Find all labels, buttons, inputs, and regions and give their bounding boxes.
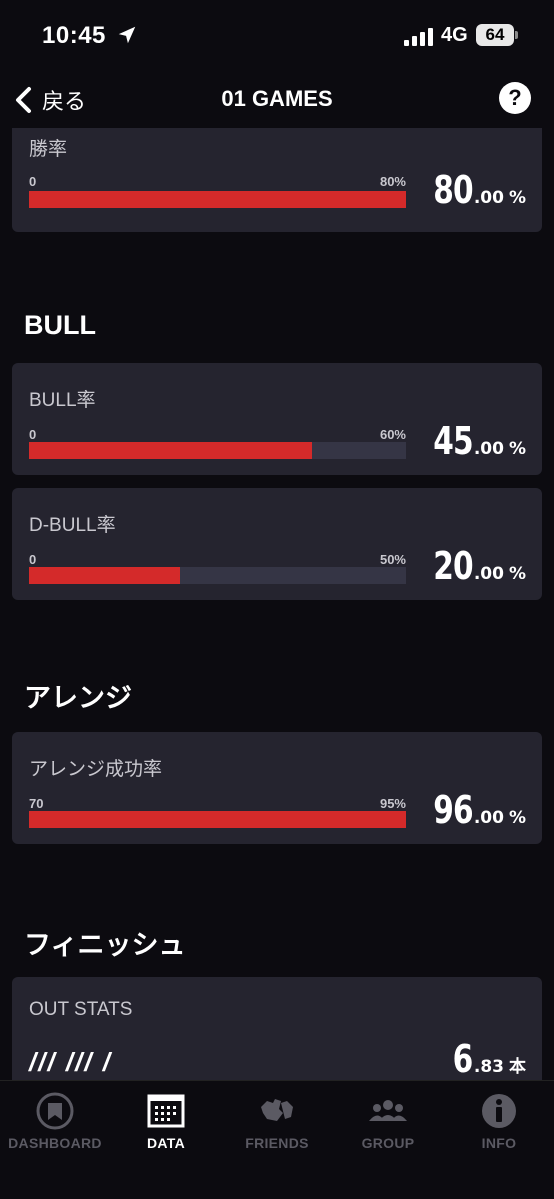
network-type: 4G <box>441 24 468 46</box>
tab-info[interactable]: INFO <box>444 1091 554 1151</box>
out-slashes: /// /// / <box>29 1047 113 1077</box>
stat-label: BULL率 <box>29 390 96 411</box>
value-dec: .00 <box>473 188 504 208</box>
progress-fill <box>29 191 406 208</box>
stats-scroll-area[interactable]: 勝率 0 80% 80.00% BULL BULL率 0 60% 45.00% … <box>0 128 554 1080</box>
section-title-arrange: アレンジ <box>24 683 132 713</box>
value-unit: % <box>508 439 526 459</box>
tab-label: DATA <box>146 1135 185 1151</box>
value-dec: .00 <box>473 439 504 459</box>
battery-icon: 64 <box>476 24 514 46</box>
signal-icon <box>404 28 433 46</box>
stat-label: アレンジ成功率 <box>29 759 163 780</box>
stat-value: 96.00% <box>422 788 526 832</box>
section-title-finish: フィニッシュ <box>24 930 186 960</box>
range-max: 80% <box>379 174 406 189</box>
range-max: 60% <box>379 427 406 442</box>
help-button[interactable]: ? <box>499 82 531 114</box>
location-arrow-icon <box>118 26 136 44</box>
value-unit: % <box>508 564 526 584</box>
value-dec: .83 <box>473 1057 504 1077</box>
status-time: 10:45 <box>42 22 106 49</box>
value-unit: 本 <box>509 1057 526 1077</box>
section-title-bull: BULL <box>24 310 96 340</box>
stat-label: OUT STATS <box>29 999 133 1020</box>
value-int: 96 <box>433 788 473 832</box>
stat-value: 6.83 本 <box>447 1037 526 1080</box>
range-max: 50% <box>379 552 406 567</box>
group-icon <box>369 1100 407 1121</box>
stat-value: 45.00% <box>422 419 526 463</box>
value-dec: .00 <box>473 564 504 584</box>
stat-value: 80.00% <box>422 168 526 212</box>
tab-label: DASHBOARD <box>8 1135 102 1151</box>
info-icon <box>482 1094 516 1128</box>
range-max: 95% <box>379 796 406 811</box>
progress-bar <box>29 811 406 828</box>
progress-bar <box>29 442 406 459</box>
value-int: 20 <box>433 544 473 588</box>
value-int: 80 <box>433 168 473 212</box>
value-dec: .00 <box>473 808 504 828</box>
stat-card-arrange-rate: アレンジ成功率 70 95% 96.00% <box>12 732 542 844</box>
range-min: 0 <box>29 552 37 567</box>
tab-dashboard[interactable]: DASHBOARD <box>0 1091 110 1151</box>
tab-data[interactable]: DATA <box>111 1091 221 1151</box>
page-title: 01 GAMES <box>221 86 333 111</box>
tab-bar: DASHBOARD DATA FRIENDS GROUP INFO <box>0 1080 554 1199</box>
dashboard-icon <box>36 1092 74 1130</box>
value-unit: % <box>508 808 526 828</box>
value-int: 45 <box>433 419 473 463</box>
tab-group[interactable]: GROUP <box>333 1091 443 1151</box>
nav-bar: 戻る 01 GAMES ? <box>0 76 554 128</box>
tab-friends[interactable]: FRIENDS <box>222 1091 332 1151</box>
stat-label: D-BULL率 <box>29 515 116 536</box>
progress-bar <box>29 567 406 584</box>
range-min: 0 <box>29 427 37 442</box>
value-int: 6 <box>453 1037 474 1080</box>
tab-label: GROUP <box>361 1135 415 1151</box>
stat-value: 20.00% <box>422 544 526 588</box>
friends-icon <box>261 1099 293 1121</box>
stat-card-dbull-rate: D-BULL率 0 50% 20.00% <box>12 488 542 600</box>
stat-card-bull-rate: BULL率 0 60% 45.00% <box>12 363 542 475</box>
range-min: 0 <box>29 174 37 189</box>
stat-card-out-stats: OUT STATS /// /// / 6.83 本 <box>12 977 542 1080</box>
tab-label: INFO <box>481 1135 517 1151</box>
value-unit: % <box>508 188 526 208</box>
range-min: 70 <box>29 796 44 811</box>
stat-label: 勝率 <box>29 139 68 160</box>
progress-fill <box>29 442 312 459</box>
progress-bar <box>29 191 406 208</box>
progress-fill <box>29 811 406 828</box>
stat-card-win-rate: 勝率 0 80% 80.00% <box>12 128 542 232</box>
calendar-icon <box>147 1094 185 1128</box>
tab-label: FRIENDS <box>245 1135 309 1151</box>
battery-tip <box>515 31 518 39</box>
status-bar: 10:45 4G 64 <box>0 0 554 76</box>
progress-fill <box>29 567 180 584</box>
